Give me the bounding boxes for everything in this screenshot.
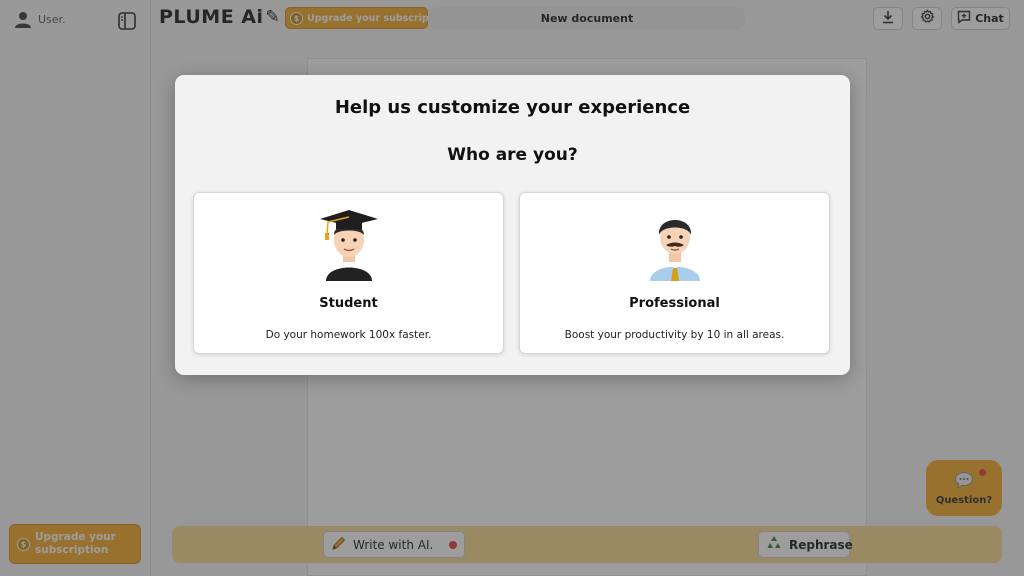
option-description: Boost your productivity by 10 in all are… [564, 329, 785, 341]
modal-subtitle: Who are you? [447, 145, 578, 165]
option-student[interactable]: Student Do your homework 100x faster. [193, 192, 504, 354]
professional-emoji-icon [642, 205, 708, 281]
student-emoji-icon [316, 205, 382, 281]
modal-title: Help us customize your experience [334, 97, 691, 118]
option-description: Do your homework 100x faster. [265, 329, 432, 341]
option-title: Professional [629, 296, 720, 311]
option-professional[interactable]: Professional Boost your productivity by … [519, 192, 830, 354]
onboarding-modal: Help us customize your experience Who ar… [175, 75, 850, 375]
option-title: Student [319, 296, 378, 311]
